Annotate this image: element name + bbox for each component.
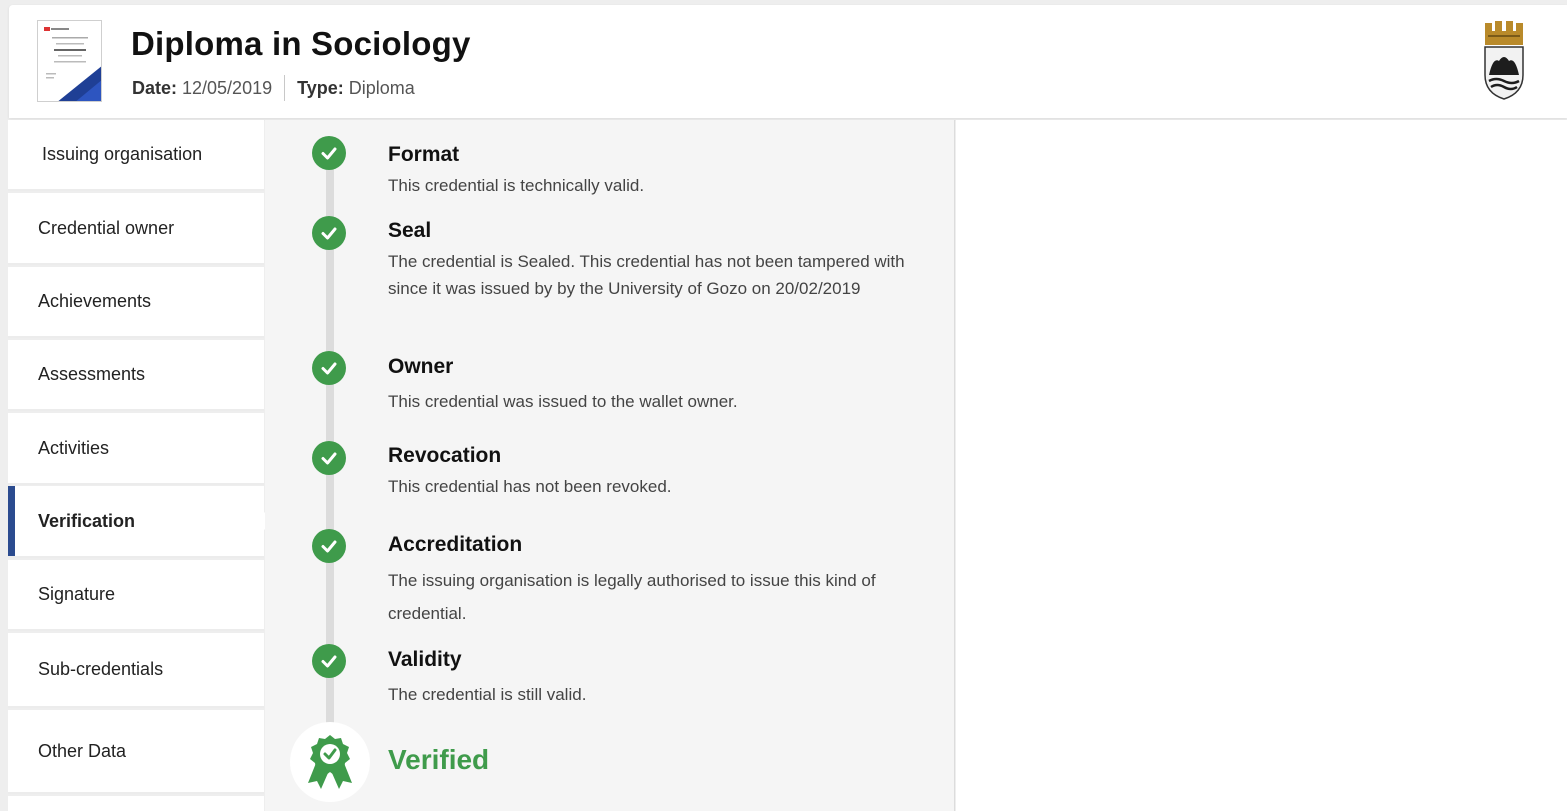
active-indicator xyxy=(8,486,15,556)
sidebar-item-label: Activities xyxy=(38,437,110,458)
step-desc-revocation: This credential has not been revoked. xyxy=(388,477,672,496)
sidebar-item-credential-owner[interactable]: Credential owner xyxy=(8,193,264,265)
certificate-thumbnail-icon[interactable] xyxy=(37,20,102,102)
step-title-seal: Seal xyxy=(388,219,432,242)
credential-header: Diploma in Sociology Date: 12/05/2019 Ty… xyxy=(9,5,1567,118)
step-desc-accreditation: The issuing organisation is legally auth… xyxy=(388,571,876,623)
step-desc-seal: The credential is Sealed. This credentia… xyxy=(388,252,905,298)
sidebar-item-signature[interactable]: Signature xyxy=(8,560,264,631)
step-title-owner: Owner xyxy=(388,355,454,378)
type-value: Diploma xyxy=(348,77,415,98)
step-title-format: Format xyxy=(388,143,460,166)
check-icon xyxy=(312,136,346,170)
sidebar-item-label: Assessments xyxy=(38,364,146,384)
sidebar-item-verification[interactable]: Verification xyxy=(8,486,273,558)
check-icon xyxy=(312,351,346,385)
step-title-validity: Validity xyxy=(388,648,462,671)
date-label: Date: xyxy=(132,77,178,98)
sidebar-item-label: Credential owner xyxy=(38,217,175,238)
check-icon xyxy=(312,216,346,250)
sidebar-item-label: Achievements xyxy=(38,291,152,311)
step-title-revocation: Revocation xyxy=(388,444,502,467)
meta-divider xyxy=(284,75,286,101)
step-desc-validity: The credential is still valid. xyxy=(388,685,587,704)
sidebar-item-label: Signature xyxy=(38,584,116,604)
sidebar-item-assessments[interactable]: Assessments xyxy=(8,340,264,411)
sidebar-item-label: Verification xyxy=(38,510,136,531)
sidebar-item-label: Issuing organisation xyxy=(42,144,203,164)
sidebar-item-partial xyxy=(8,796,264,811)
check-icon xyxy=(312,441,346,475)
verified-status-label: Verified xyxy=(388,744,490,775)
verified-award-icon xyxy=(290,722,370,802)
sidebar-item-activities[interactable]: Activities xyxy=(8,413,264,485)
step-desc-owner: This credential was issued to the wallet… xyxy=(388,392,738,411)
check-icon xyxy=(312,644,346,678)
institution-crest-icon xyxy=(1479,17,1529,101)
sidebar-item-issuing-organisation[interactable]: Issuing organisation xyxy=(8,120,264,191)
step-desc-format: This credential is technically valid. xyxy=(388,176,645,195)
check-icon xyxy=(312,529,346,563)
step-title-accreditation: Accreditation xyxy=(388,533,523,556)
sidebar-item-achievements[interactable]: Achievements xyxy=(8,267,264,338)
right-empty-pane xyxy=(956,120,1567,811)
page-title: Diploma in Sociology xyxy=(131,25,471,62)
sidebar-item-label: Sub-credentials xyxy=(38,659,164,679)
credential-meta: Date: 12/05/2019 Type: Diploma xyxy=(132,75,415,101)
sidebar-item-other-data[interactable]: Other Data xyxy=(8,710,264,794)
type-label: Type: xyxy=(297,77,344,98)
date-value: 12/05/2019 xyxy=(182,77,273,98)
sidebar-item-sub-credentials[interactable]: Sub-credentials xyxy=(8,633,264,708)
sidebar-nav: Issuing organisation Credential owner Ac… xyxy=(8,120,273,811)
sidebar-item-label: Other Data xyxy=(38,740,127,761)
